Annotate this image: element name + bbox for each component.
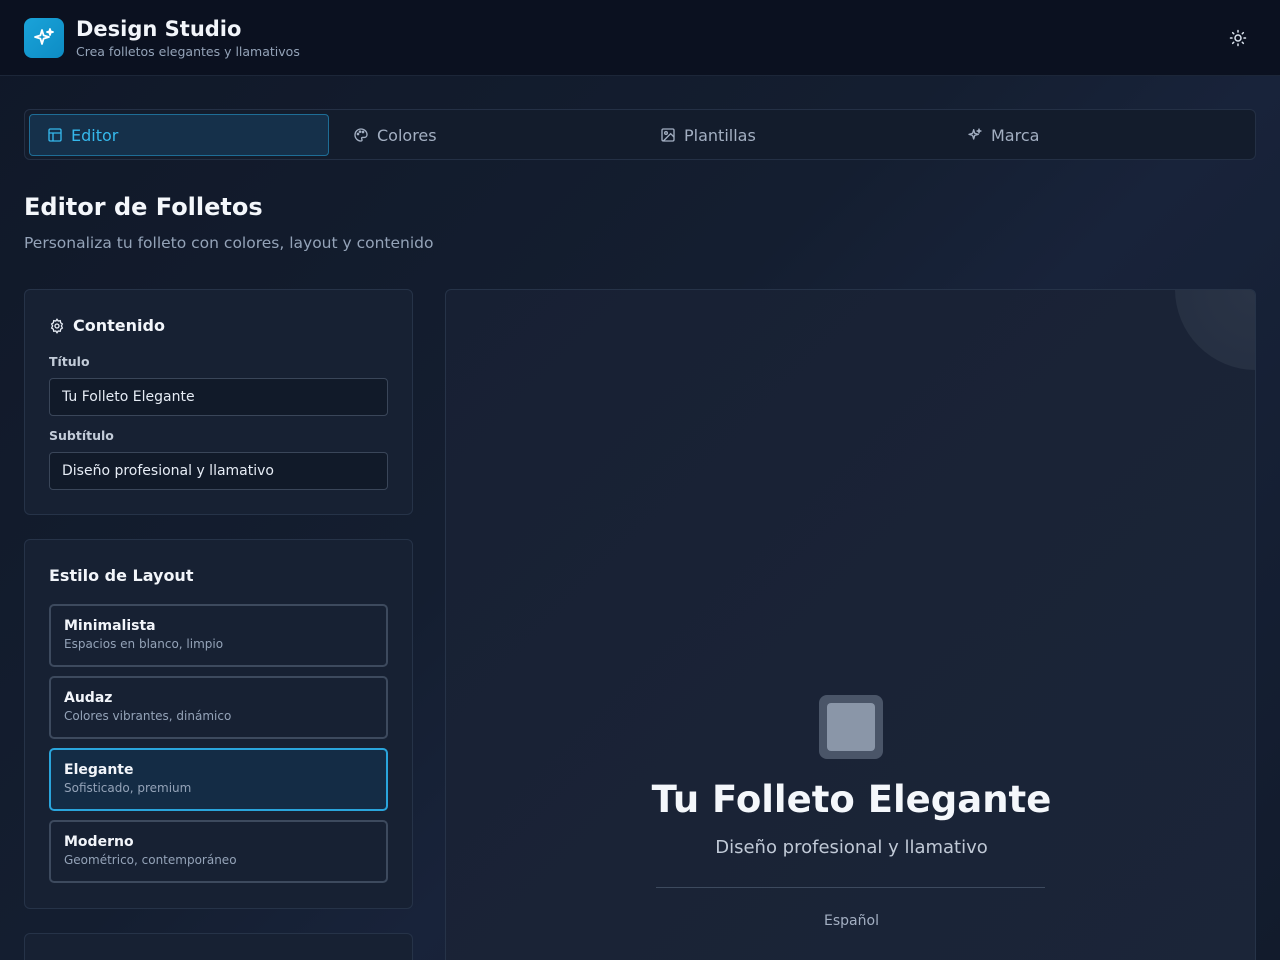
title-field-label: Título <box>49 354 90 369</box>
logo-placeholder-icon <box>827 703 875 751</box>
preview-language: Español <box>824 913 879 929</box>
tab-label: Marca <box>991 125 1040 145</box>
sun-icon <box>1229 29 1247 47</box>
tab-marca[interactable]: Marca <box>950 114 1250 156</box>
sparkles-icon <box>967 127 983 143</box>
layout-option-audaz[interactable]: Audaz Colores vibrantes, dinámico <box>49 676 388 739</box>
option-description: Geométrico, contemporáneo <box>64 853 237 867</box>
app-subtitle: Crea folletos elegantes y llamativos <box>76 44 300 59</box>
next-card <box>24 933 413 960</box>
gear-icon <box>49 317 65 334</box>
layout-card-title: Estilo de Layout <box>49 566 194 585</box>
option-description: Espacios en blanco, limpio <box>64 637 224 651</box>
tab-plantillas[interactable]: Plantillas <box>643 114 943 156</box>
sparkles-icon <box>24 18 64 58</box>
brochure-preview: Tu Folleto Elegante Diseño profesional y… <box>445 289 1256 960</box>
title-input[interactable] <box>49 378 388 416</box>
app-title: Design Studio <box>76 17 242 41</box>
subtitle-field-label: Subtítulo <box>49 428 114 443</box>
layout-option-moderno[interactable]: Moderno Geométrico, contemporáneo <box>49 820 388 883</box>
preview-title: Tu Folleto Elegante <box>651 778 1052 821</box>
layout-card: Estilo de Layout Minimalista Espacios en… <box>24 539 413 909</box>
theme-toggle-button[interactable] <box>1222 22 1254 54</box>
tab-label: Colores <box>377 125 437 145</box>
palette-icon <box>353 127 369 143</box>
layout-option-minimalista[interactable]: Minimalista Espacios en blanco, limpio <box>49 604 388 667</box>
tab-label: Plantillas <box>684 125 756 145</box>
layout-option-elegante[interactable]: Elegante Sofisticado, premium <box>49 748 388 811</box>
image-icon <box>660 127 676 143</box>
option-name: Moderno <box>64 834 134 850</box>
layout-icon <box>47 127 63 143</box>
tab-label: Editor <box>71 125 119 145</box>
tab-colores[interactable]: Colores <box>336 114 636 156</box>
preview-subtitle: Diseño profesional y llamativo <box>715 837 988 858</box>
option-description: Colores vibrantes, dinámico <box>64 709 232 723</box>
subtitle-input[interactable] <box>49 452 388 490</box>
content-card-title: Contenido <box>49 316 165 335</box>
page-subtitle: Personaliza tu folleto con colores, layo… <box>24 234 434 252</box>
page-title: Editor de Folletos <box>24 193 263 221</box>
option-name: Audaz <box>64 690 113 706</box>
option-name: Minimalista <box>64 618 156 634</box>
option-description: Sofisticado, premium <box>64 781 192 795</box>
preview-divider <box>656 887 1045 888</box>
main-tabs: Editor Colores Plantillas Marca <box>24 109 1256 160</box>
preview-logo <box>819 695 883 759</box>
card-title-label: Contenido <box>73 316 165 335</box>
option-name: Elegante <box>64 762 134 778</box>
content-card: Contenido Título Subtítulo <box>24 289 413 515</box>
app-header: Design Studio Crea folletos elegantes y … <box>0 0 1280 76</box>
decorative-circle <box>1175 290 1255 370</box>
tab-editor[interactable]: Editor <box>29 114 329 156</box>
